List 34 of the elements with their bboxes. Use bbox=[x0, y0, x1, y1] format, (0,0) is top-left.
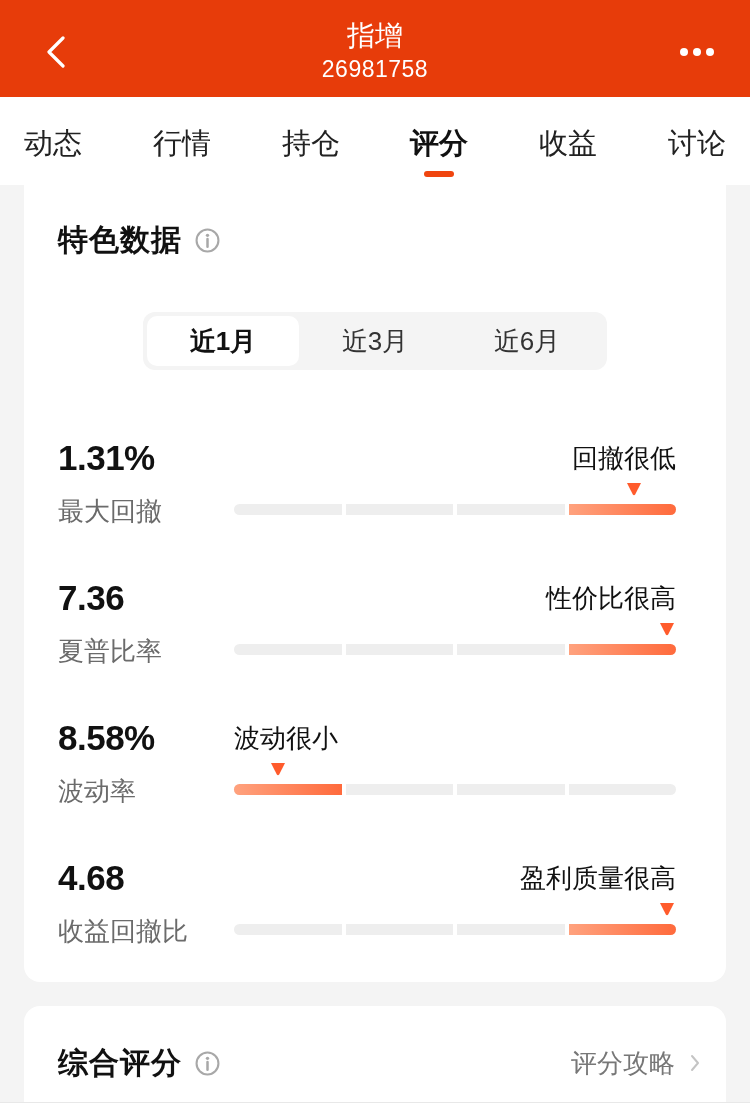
period-option[interactable]: 近6月 bbox=[451, 316, 603, 366]
guide-link[interactable]: 评分攻略 bbox=[571, 1045, 675, 1081]
more-button[interactable] bbox=[680, 47, 714, 56]
fund-code: 26981758 bbox=[321, 54, 429, 83]
period-option[interactable]: 近1月 bbox=[147, 316, 299, 366]
rating-tag: 回撤很低 bbox=[572, 440, 676, 476]
section-title: 特色数据 bbox=[58, 222, 182, 258]
metric-value: 7.36 bbox=[58, 578, 125, 618]
back-button[interactable] bbox=[46, 35, 66, 68]
tab[interactable]: 评分 bbox=[410, 97, 469, 185]
rating-tag: 盈利质量很高 bbox=[520, 860, 676, 896]
period-option[interactable]: 近3月 bbox=[299, 316, 451, 366]
tab[interactable]: 收益 bbox=[539, 97, 598, 185]
metric-value: 8.58% bbox=[58, 718, 155, 758]
metric-label: 最大回撤 bbox=[58, 495, 162, 528]
active-tab-indicator bbox=[424, 171, 455, 177]
chevron-left-icon bbox=[46, 35, 66, 68]
metric-value: 1.31% bbox=[58, 438, 155, 478]
page-title: 指增 bbox=[347, 18, 403, 53]
section-title: 综合评分 bbox=[58, 1045, 182, 1081]
tab[interactable]: 动态 bbox=[24, 97, 82, 185]
info-icon[interactable] bbox=[195, 227, 220, 253]
chevron-right-icon bbox=[690, 1054, 700, 1072]
tab[interactable]: 讨论 bbox=[668, 97, 726, 185]
metric-label: 波动率 bbox=[58, 775, 136, 808]
metric-value: 4.68 bbox=[58, 858, 125, 898]
rating-tag: 性价比很高 bbox=[546, 580, 676, 616]
rating-tag: 波动很小 bbox=[234, 720, 338, 756]
info-icon[interactable] bbox=[195, 1050, 220, 1076]
tab[interactable]: 持仓 bbox=[281, 97, 340, 185]
metric-label: 夏普比率 bbox=[58, 635, 162, 668]
more-dots-icon bbox=[680, 47, 714, 56]
metric-label: 收益回撤比 bbox=[58, 915, 188, 948]
tab[interactable]: 行情 bbox=[152, 97, 211, 185]
